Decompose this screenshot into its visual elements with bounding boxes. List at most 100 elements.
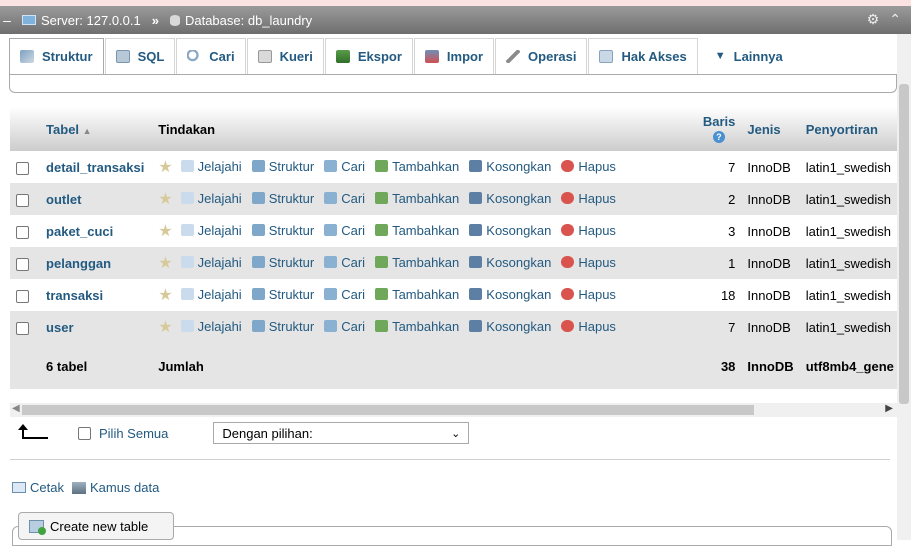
breadcrumb-server[interactable]: Server: 127.0.0.1 [41, 13, 141, 28]
action-label[interactable]: Cari [341, 159, 365, 174]
action-insert[interactable]: Tambahkan [375, 255, 459, 270]
tab-sql[interactable]: SQL [104, 38, 176, 74]
action-empty[interactable]: Kosongkan [469, 223, 551, 238]
row-checkbox[interactable] [16, 161, 29, 175]
action-insert[interactable]: Tambahkan [375, 191, 459, 206]
action-structure[interactable]: Struktur [251, 255, 315, 270]
breadcrumb-database[interactable]: Database: db_laundry [185, 13, 312, 28]
action-insert[interactable]: Tambahkan [375, 223, 459, 238]
action-label[interactable]: Hapus [578, 191, 616, 206]
action-label[interactable]: Jelajahi [198, 319, 242, 334]
action-label[interactable]: Tambahkan [392, 255, 459, 270]
favorite-star-icon[interactable]: ★ [158, 159, 172, 176]
tab-hak-akses[interactable]: Hak Akses [588, 38, 698, 74]
action-browse[interactable]: Jelajahi [180, 159, 242, 174]
table-name[interactable]: detail_transaksi [40, 151, 153, 183]
action-drop[interactable]: Hapus [561, 159, 616, 174]
action-browse[interactable]: Jelajahi [180, 255, 242, 270]
table-name[interactable]: outlet [40, 183, 153, 215]
select-all-checkbox[interactable] [78, 426, 91, 440]
action-label[interactable]: Struktur [269, 319, 315, 334]
action-browse[interactable]: Jelajahi [180, 287, 242, 302]
action-drop[interactable]: Hapus [561, 191, 616, 206]
favorite-star-icon[interactable]: ★ [158, 255, 172, 272]
action-insert[interactable]: Tambahkan [375, 159, 459, 174]
header-table-label[interactable]: Tabel [46, 122, 79, 137]
scroll-right-icon[interactable]: ▶ [885, 403, 893, 414]
action-browse[interactable]: Jelajahi [180, 319, 242, 334]
action-label[interactable]: Jelajahi [198, 255, 242, 270]
favorite-star-icon[interactable]: ★ [158, 191, 172, 208]
action-empty[interactable]: Kosongkan [469, 287, 551, 302]
row-checkbox[interactable] [16, 257, 29, 271]
tab-ekspor[interactable]: Ekspor [324, 38, 413, 74]
action-search[interactable]: Cari [324, 191, 365, 206]
action-label[interactable]: Jelajahi [198, 191, 242, 206]
action-empty[interactable]: Kosongkan [469, 191, 551, 206]
favorite-star-icon[interactable]: ★ [158, 223, 172, 240]
scroll-left-icon[interactable]: ◀ [12, 403, 20, 414]
collapse-up-icon[interactable]: ⌃ [889, 11, 901, 28]
action-label[interactable]: Tambahkan [392, 191, 459, 206]
action-label[interactable]: Tambahkan [392, 223, 459, 238]
action-label[interactable]: Tambahkan [392, 319, 459, 334]
row-checkbox[interactable] [16, 289, 29, 303]
collapse-icon[interactable]: – [0, 12, 14, 28]
row-checkbox[interactable] [16, 225, 29, 239]
print-label[interactable]: Cetak [30, 480, 64, 495]
action-label[interactable]: Kosongkan [486, 319, 551, 334]
action-structure[interactable]: Struktur [251, 223, 315, 238]
action-empty[interactable]: Kosongkan [469, 159, 551, 174]
header-engine[interactable]: Jenis [741, 107, 799, 151]
data-dictionary-label[interactable]: Kamus data [90, 480, 159, 495]
row-checkbox[interactable] [16, 193, 29, 207]
action-search[interactable]: Cari [324, 287, 365, 302]
table-name[interactable]: transaksi [40, 279, 153, 311]
action-label[interactable]: Hapus [578, 159, 616, 174]
action-search[interactable]: Cari [324, 159, 365, 174]
action-label[interactable]: Struktur [269, 223, 315, 238]
vertical-scrollbar-thumb[interactable] [899, 84, 909, 404]
action-drop[interactable]: Hapus [561, 223, 616, 238]
action-label[interactable]: Jelajahi [198, 159, 242, 174]
select-all[interactable]: Pilih Semua [78, 426, 168, 441]
horizontal-scrollbar-thumb[interactable] [22, 405, 754, 415]
print-link[interactable]: Cetak [12, 480, 64, 495]
table-name[interactable]: paket_cuci [40, 215, 153, 247]
action-browse[interactable]: Jelajahi [180, 191, 242, 206]
action-label[interactable]: Tambahkan [392, 159, 459, 174]
action-label[interactable]: Jelajahi [198, 223, 242, 238]
action-label[interactable]: Kosongkan [486, 159, 551, 174]
action-label[interactable]: Struktur [269, 159, 315, 174]
action-label[interactable]: Cari [341, 223, 365, 238]
header-rows[interactable]: Baris? [696, 107, 741, 151]
action-label[interactable]: Kosongkan [486, 191, 551, 206]
tab-operasi[interactable]: Operasi [495, 38, 588, 74]
action-browse[interactable]: Jelajahi [180, 223, 242, 238]
action-label[interactable]: Struktur [269, 191, 315, 206]
action-label[interactable]: Struktur [269, 287, 315, 302]
tab-impor[interactable]: Impor [413, 38, 495, 74]
help-icon[interactable]: ? [712, 131, 725, 143]
action-label[interactable]: Hapus [578, 287, 616, 302]
action-drop[interactable]: Hapus [561, 319, 616, 334]
action-label[interactable]: Cari [341, 255, 365, 270]
action-label[interactable]: Jelajahi [198, 287, 242, 302]
action-label[interactable]: Tambahkan [392, 287, 459, 302]
tab-kueri[interactable]: Kueri [246, 38, 324, 74]
action-label[interactable]: Kosongkan [486, 255, 551, 270]
action-label[interactable]: Struktur [269, 255, 315, 270]
action-empty[interactable]: Kosongkan [469, 319, 551, 334]
gear-icon[interactable]: ⚙ [867, 11, 880, 28]
horizontal-scrollbar[interactable]: ◀ ▶ [10, 403, 897, 417]
table-name[interactable]: pelanggan [40, 247, 153, 279]
action-search[interactable]: Cari [324, 319, 365, 334]
favorite-star-icon[interactable]: ★ [158, 287, 172, 304]
action-structure[interactable]: Struktur [251, 319, 315, 334]
action-label[interactable]: Cari [341, 319, 365, 334]
action-insert[interactable]: Tambahkan [375, 287, 459, 302]
with-selected-dropdown[interactable]: Dengan pilihan: ⌄ [213, 422, 470, 444]
vertical-scrollbar[interactable] [897, 34, 911, 540]
action-label[interactable]: Hapus [578, 223, 616, 238]
select-all-label[interactable]: Pilih Semua [99, 426, 168, 441]
